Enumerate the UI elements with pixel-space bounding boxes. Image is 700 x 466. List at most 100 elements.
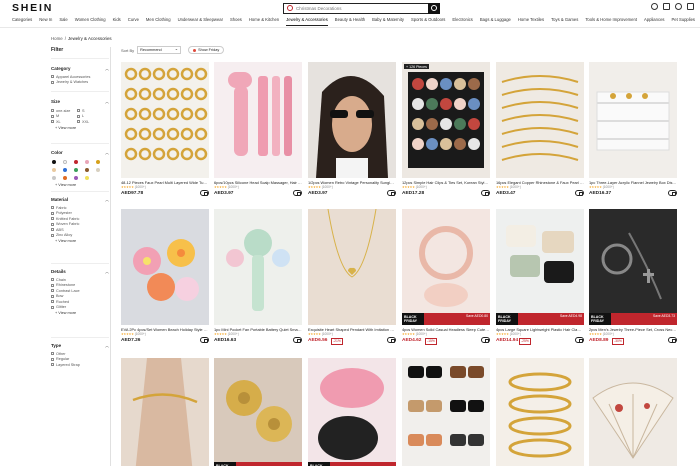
breadcrumb-home[interactable]: Home	[51, 36, 63, 41]
checkbox[interactable]	[51, 222, 54, 226]
category-nav-item[interactable]: Appliances	[644, 16, 665, 26]
search-input[interactable]	[296, 4, 426, 13]
category-nav-item[interactable]: Beauty & Health	[335, 16, 365, 26]
checkbox[interactable]	[51, 206, 54, 210]
category-nav-item[interactable]: Tools & Home Improvement	[585, 16, 637, 26]
category-nav-item[interactable]: Bags & Luggage	[480, 16, 511, 26]
filter-material-header[interactable]: Material ︿	[51, 197, 109, 203]
filter-size-header[interactable]: Size ︿	[51, 99, 109, 105]
product-image[interactable]	[121, 209, 209, 325]
checkbox[interactable]	[51, 109, 54, 113]
color-swatch[interactable]	[85, 176, 89, 180]
category-nav-item[interactable]: Toys & Games	[551, 16, 578, 26]
filter-option[interactable]: Glitter	[51, 305, 109, 311]
add-to-cart-button[interactable]	[200, 337, 209, 343]
filter-option[interactable]: Zinc Alloy	[51, 233, 109, 239]
category-nav-item[interactable]: Baby & Maternity	[372, 16, 404, 26]
view-more-link[interactable]: + View more	[51, 183, 109, 187]
checkbox[interactable]	[51, 357, 54, 361]
search-bar[interactable]	[283, 3, 440, 14]
category-nav-item[interactable]: Women Clothing	[75, 16, 106, 26]
product-image[interactable]: BLACK FRIDAY Save AED4.98	[496, 209, 584, 325]
add-to-cart-button[interactable]	[200, 190, 209, 196]
product-image[interactable]: + 126 Pieces	[402, 62, 490, 178]
sidebar-scrollbar[interactable]	[110, 47, 111, 466]
product-image[interactable]	[402, 358, 490, 466]
checkbox[interactable]	[51, 294, 54, 298]
shein-logo[interactable]: SHEIN	[12, 2, 53, 14]
add-to-cart-button[interactable]	[387, 190, 396, 196]
product-image[interactable]: BLACK FRIDAY Save AED3.73	[589, 209, 677, 325]
color-swatch[interactable]	[52, 176, 56, 180]
filter-option[interactable]: XXL	[77, 119, 103, 125]
add-to-cart-button[interactable]	[575, 337, 584, 343]
color-swatch[interactable]	[96, 168, 100, 172]
filter-details-header[interactable]: Details ︿	[51, 269, 109, 275]
wishlist-icon[interactable]	[675, 3, 682, 10]
color-swatch[interactable]	[96, 160, 100, 164]
add-to-cart-button[interactable]	[668, 190, 677, 196]
product-image[interactable]: BLACK FRIDAY	[308, 358, 396, 466]
checkbox[interactable]	[77, 120, 80, 124]
account-icon[interactable]	[651, 3, 658, 10]
checkbox[interactable]	[51, 278, 54, 282]
filter-option[interactable]: Layered Strap	[51, 362, 109, 368]
product-image[interactable]	[308, 62, 396, 178]
category-nav-item[interactable]: Home Textiles	[518, 16, 544, 26]
category-nav-item[interactable]: Kids	[113, 16, 121, 26]
color-swatch[interactable]	[52, 160, 56, 164]
checkbox[interactable]	[51, 283, 54, 287]
add-to-cart-button[interactable]	[481, 190, 490, 196]
product-image[interactable]	[589, 358, 677, 466]
filter-type-header[interactable]: Type ︿	[51, 343, 109, 349]
search-button[interactable]	[428, 3, 440, 14]
checkbox[interactable]	[51, 300, 54, 304]
checkbox[interactable]	[51, 289, 54, 293]
color-swatch[interactable]	[85, 168, 89, 172]
category-nav-item[interactable]: Shoes	[230, 16, 242, 26]
product-image[interactable]: BLACK FRIDAY Save AED0.80	[402, 209, 490, 325]
view-more-link[interactable]: + View more	[51, 311, 109, 315]
product-image[interactable]	[214, 209, 302, 325]
category-nav-item[interactable]: Sale	[59, 16, 67, 26]
checkbox[interactable]	[51, 305, 54, 309]
sort-select[interactable]: Recommend	[137, 46, 182, 54]
color-swatch[interactable]	[63, 168, 67, 172]
category-nav-item[interactable]: Men Clothing	[146, 16, 171, 26]
checkbox[interactable]	[51, 217, 54, 221]
color-swatch[interactable]	[52, 168, 56, 172]
color-swatch[interactable]	[74, 168, 78, 172]
checkbox[interactable]	[51, 211, 54, 215]
product-image[interactable]	[496, 62, 584, 178]
category-nav-item[interactable]: Jewelry & Accessories	[286, 16, 328, 26]
checkbox[interactable]	[51, 352, 54, 356]
category-nav-item[interactable]: Pet Supplies	[672, 16, 696, 26]
filter-option[interactable]: Jewelry & Watches	[51, 80, 109, 86]
color-swatch[interactable]	[63, 176, 67, 180]
checkbox[interactable]	[77, 109, 80, 113]
product-image[interactable]	[496, 358, 584, 466]
category-nav-item[interactable]: Curve	[128, 16, 139, 26]
product-image[interactable]: BLACK FRIDAY	[214, 358, 302, 466]
category-nav-item[interactable]: Electronics	[452, 16, 472, 26]
add-to-cart-button[interactable]	[575, 190, 584, 196]
cart-icon[interactable]	[663, 3, 670, 10]
checkbox[interactable]	[51, 120, 54, 124]
product-image[interactable]	[121, 62, 209, 178]
globe-icon[interactable]	[687, 3, 694, 10]
add-to-cart-button[interactable]	[387, 337, 396, 343]
view-more-link[interactable]: + View more	[51, 126, 109, 130]
category-nav-item[interactable]: Sports & Outdoors	[411, 16, 445, 26]
color-swatch[interactable]	[85, 160, 89, 164]
checkbox[interactable]	[51, 363, 54, 367]
checkbox[interactable]	[77, 114, 80, 118]
filter-option[interactable]: XL	[51, 119, 77, 125]
color-swatch[interactable]	[74, 160, 78, 164]
checkbox[interactable]	[51, 80, 54, 84]
add-to-cart-button[interactable]	[481, 337, 490, 343]
checkbox[interactable]	[51, 228, 54, 232]
product-image[interactable]	[214, 62, 302, 178]
category-nav-item[interactable]: New In	[39, 16, 52, 26]
add-to-cart-button[interactable]	[293, 337, 302, 343]
category-nav-item[interactable]: Home & Kitchen	[249, 16, 279, 26]
